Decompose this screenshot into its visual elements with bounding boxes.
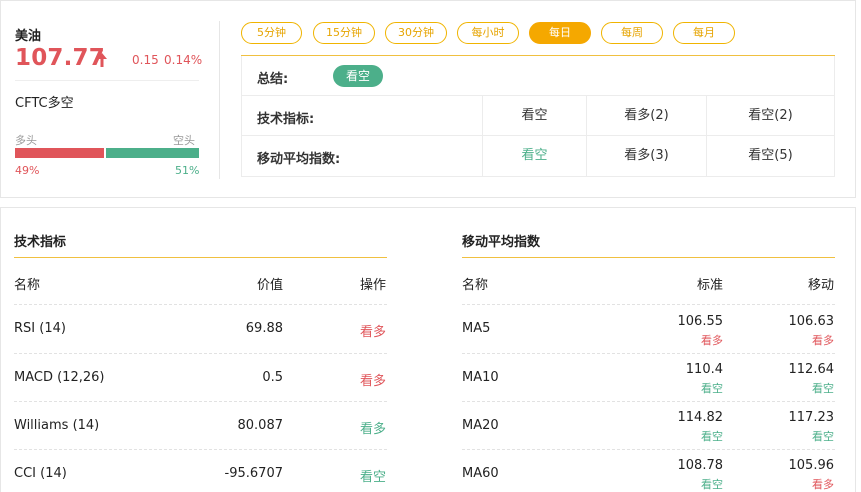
row-divider xyxy=(14,304,387,305)
indicator-action: 看多 xyxy=(359,374,386,389)
summary-row-tech: 技术指标: 看空 看多(2) 看空(2) xyxy=(242,96,834,136)
indicator-value: 0.5 xyxy=(262,370,283,385)
table-row-macd: MACD (12,26) xyxy=(14,370,104,385)
vertical-divider xyxy=(219,21,220,179)
moving-averages-title: 移动平均指数 xyxy=(462,235,541,250)
ma-header-name: 名称 xyxy=(462,278,489,293)
ma-row-name: MA20 xyxy=(462,418,499,433)
ma-row-name: MA10 xyxy=(462,370,499,385)
tech-sell-count: 看空(2) xyxy=(706,96,834,136)
ma-row-name: MA60 xyxy=(462,466,499,481)
cftc-label: CFTC多空 xyxy=(15,96,74,111)
bear-label: 空头 xyxy=(173,134,195,147)
tech-indicators-title: 技术指标 xyxy=(14,235,67,250)
ma-std-value: 110.4 xyxy=(685,362,723,377)
row-divider xyxy=(462,353,835,354)
summary-table: 总结: 看空 技术指标: 看空 看多(2) 看空(2) 移动平均指数: 看空 看… xyxy=(241,56,835,177)
table-row-williams: Williams (14) xyxy=(14,418,99,433)
tab-5min[interactable]: 5分钟 xyxy=(241,22,302,44)
arrow-up-icon xyxy=(97,53,107,67)
ma-moving-signal: 看空 xyxy=(812,430,834,443)
indicator-name: RSI xyxy=(14,321,36,336)
tech-header-name: 名称 xyxy=(14,278,41,293)
table-row-rsi: RSI (14) xyxy=(14,321,66,336)
indicator-value: 69.88 xyxy=(245,321,283,336)
overall-label: 总结: xyxy=(257,72,289,87)
ma-std-signal: 看空 xyxy=(701,478,723,491)
price-change-pct: 0.14% xyxy=(164,53,203,67)
summary-panel: 美油 107.77 0.15 0.14% CFTC多空 多头 空头 49% 51… xyxy=(0,0,856,198)
tab-monthly[interactable]: 每月 xyxy=(673,22,735,44)
indicator-name: Williams xyxy=(14,418,69,433)
row-divider xyxy=(14,449,387,450)
instrument-name: 美油 xyxy=(15,29,42,44)
indicator-name: CCI xyxy=(14,466,36,481)
price-row: 107.77 0.15 0.14% xyxy=(15,45,203,75)
tech-label: 技术指标: xyxy=(257,112,315,127)
ma-buy-count: 看多(3) xyxy=(586,136,706,176)
indicator-action: 看空 xyxy=(359,470,386,485)
indicator-action: 看多 xyxy=(359,422,386,437)
tab-weekly[interactable]: 每周 xyxy=(601,22,663,44)
bull-label: 多头 xyxy=(15,134,37,147)
ma-row-name: MA5 xyxy=(462,321,491,336)
tab-15min[interactable]: 15分钟 xyxy=(313,22,375,44)
indicator-param: (14) xyxy=(39,321,66,336)
ma-std-value: 114.82 xyxy=(677,410,724,425)
bear-pct: 51% xyxy=(175,164,200,177)
tech-buy-count: 看多(2) xyxy=(586,96,706,136)
bull-pct: 49% xyxy=(15,164,40,177)
ma-std-value: 106.55 xyxy=(677,314,724,329)
ma-sell-count: 看空(5) xyxy=(706,136,834,176)
row-divider xyxy=(14,401,387,402)
indicator-param: (14) xyxy=(72,418,100,433)
summary-row-overall: 总结: 看空 xyxy=(242,56,834,96)
ma-std-signal: 看空 xyxy=(701,430,723,443)
ma-moving-value: 106.63 xyxy=(788,314,835,329)
indicator-action: 看多 xyxy=(359,325,386,340)
ma-std-signal: 看多 xyxy=(701,334,723,347)
ma-header-standard: 标准 xyxy=(696,278,723,293)
tab-hourly[interactable]: 每小时 xyxy=(457,22,519,44)
divider xyxy=(15,80,199,81)
summary-row-ma: 移动平均指数: 看空 看多(3) 看空(5) xyxy=(242,136,834,176)
row-divider xyxy=(14,353,387,354)
bear-ratio-fill xyxy=(106,148,199,158)
tab-daily[interactable]: 每日 xyxy=(529,22,591,44)
row-divider xyxy=(462,449,835,450)
indicator-value: 80.087 xyxy=(237,418,284,433)
bull-bear-ratio-bar xyxy=(15,148,199,158)
tab-30min[interactable]: 30分钟 xyxy=(385,22,447,44)
overall-signal-badge: 看空 xyxy=(333,65,383,87)
ma-moving-signal: 看多 xyxy=(812,334,834,347)
tech-title-underline xyxy=(14,257,387,258)
tech-header-action: 操作 xyxy=(359,278,386,293)
ma-moving-signal: 看多 xyxy=(812,478,834,491)
tech-signal: 看空 xyxy=(482,96,586,136)
ma-std-value: 108.78 xyxy=(677,458,724,473)
ma-moving-value: 105.96 xyxy=(788,458,835,473)
indicator-param: (14) xyxy=(40,466,67,481)
table-row-cci: CCI (14) xyxy=(14,466,67,481)
ma-std-signal: 看空 xyxy=(701,382,723,395)
row-divider xyxy=(462,401,835,402)
indicator-name: MACD xyxy=(14,370,53,385)
price-change: 0.15 xyxy=(132,53,159,67)
ma-title-underline xyxy=(462,257,835,258)
current-price: 107.77 xyxy=(15,45,105,71)
ma-label: 移动平均指数: xyxy=(257,152,341,167)
ma-header-moving: 移动 xyxy=(807,278,834,293)
row-divider xyxy=(462,304,835,305)
ma-moving-signal: 看空 xyxy=(812,382,834,395)
indicator-value: -95.6707 xyxy=(224,466,283,481)
details-panel: 技术指标 名称 价值 操作 RSI (14) 69.88 看多 MACD (12… xyxy=(0,207,856,492)
ma-moving-value: 117.23 xyxy=(788,410,835,425)
indicator-param: (12,26) xyxy=(57,370,105,385)
ma-moving-value: 112.64 xyxy=(788,362,835,377)
tech-header-value: 价值 xyxy=(256,278,283,293)
bull-ratio-fill xyxy=(15,148,104,158)
ma-signal: 看空 xyxy=(482,136,586,176)
